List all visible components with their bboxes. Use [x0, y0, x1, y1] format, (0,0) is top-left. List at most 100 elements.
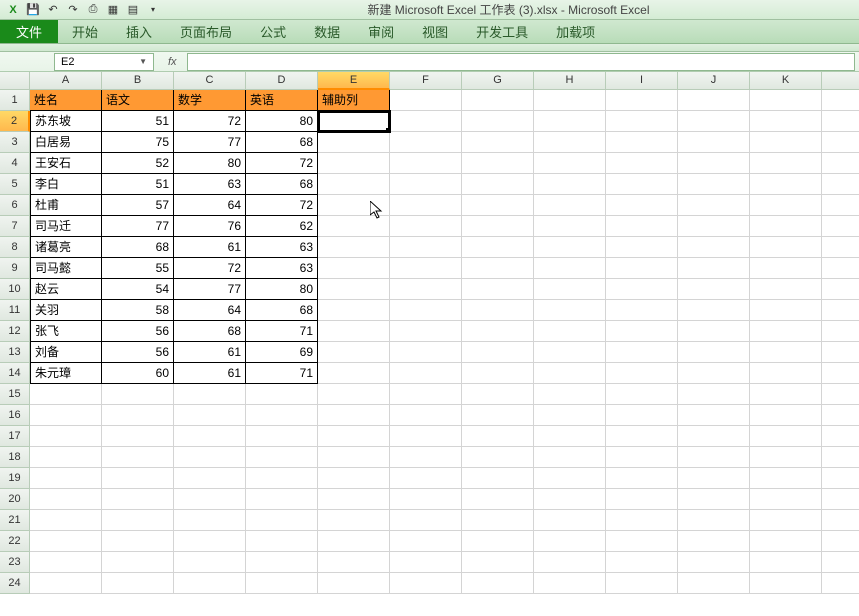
cell-H4[interactable]	[534, 153, 606, 174]
cell-B4[interactable]: 52	[102, 153, 174, 174]
cell-A8[interactable]: 诸葛亮	[30, 237, 102, 258]
cell-E15[interactable]	[318, 384, 390, 405]
cell-B2[interactable]: 51	[102, 111, 174, 132]
cell-I9[interactable]	[606, 258, 678, 279]
row-header-8[interactable]: 8	[0, 237, 30, 258]
cell-B7[interactable]: 77	[102, 216, 174, 237]
cell-I5[interactable]	[606, 174, 678, 195]
cell-E19[interactable]	[318, 468, 390, 489]
tab-dev[interactable]: 开发工具	[462, 20, 542, 43]
cell-I13[interactable]	[606, 342, 678, 363]
cell-G23[interactable]	[462, 552, 534, 573]
cell-D3[interactable]: 68	[246, 132, 318, 153]
tab-insert[interactable]: 插入	[112, 20, 166, 43]
cell-L11[interactable]	[822, 300, 859, 321]
cell-J9[interactable]	[678, 258, 750, 279]
cell-K23[interactable]	[750, 552, 822, 573]
cell-L6[interactable]	[822, 195, 859, 216]
row-header-24[interactable]: 24	[0, 573, 30, 594]
cell-G3[interactable]	[462, 132, 534, 153]
cell-K14[interactable]	[750, 363, 822, 384]
excel-icon[interactable]: X	[4, 2, 22, 18]
cell-G13[interactable]	[462, 342, 534, 363]
cell-I10[interactable]	[606, 279, 678, 300]
cell-B9[interactable]: 55	[102, 258, 174, 279]
name-box-dropdown-icon[interactable]: ▼	[139, 57, 147, 66]
cell-H1[interactable]	[534, 90, 606, 111]
cell-J11[interactable]	[678, 300, 750, 321]
cell-K6[interactable]	[750, 195, 822, 216]
cell-J7[interactable]	[678, 216, 750, 237]
cell-L15[interactable]	[822, 384, 859, 405]
cell-E1[interactable]: 辅助列	[318, 90, 390, 111]
cell-H19[interactable]	[534, 468, 606, 489]
cell-C4[interactable]: 80	[174, 153, 246, 174]
cell-F5[interactable]	[390, 174, 462, 195]
cell-D9[interactable]: 63	[246, 258, 318, 279]
cell-G15[interactable]	[462, 384, 534, 405]
cell-L4[interactable]	[822, 153, 859, 174]
cell-J10[interactable]	[678, 279, 750, 300]
column-header-end[interactable]	[822, 72, 859, 90]
cell-A18[interactable]	[30, 447, 102, 468]
column-header-B[interactable]: B	[102, 72, 174, 90]
cell-G9[interactable]	[462, 258, 534, 279]
cell-I4[interactable]	[606, 153, 678, 174]
row-header-16[interactable]: 16	[0, 405, 30, 426]
cell-J19[interactable]	[678, 468, 750, 489]
cell-F8[interactable]	[390, 237, 462, 258]
cell-J2[interactable]	[678, 111, 750, 132]
cell-D24[interactable]	[246, 573, 318, 594]
cell-E7[interactable]	[318, 216, 390, 237]
cell-D1[interactable]: 英语	[246, 90, 318, 111]
cell-K19[interactable]	[750, 468, 822, 489]
cell-I20[interactable]	[606, 489, 678, 510]
cell-C23[interactable]	[174, 552, 246, 573]
cell-K2[interactable]	[750, 111, 822, 132]
cell-C13[interactable]: 61	[174, 342, 246, 363]
cell-L2[interactable]	[822, 111, 859, 132]
cell-B13[interactable]: 56	[102, 342, 174, 363]
cell-J4[interactable]	[678, 153, 750, 174]
cell-A12[interactable]: 张飞	[30, 321, 102, 342]
cell-J5[interactable]	[678, 174, 750, 195]
cell-H21[interactable]	[534, 510, 606, 531]
cell-H24[interactable]	[534, 573, 606, 594]
qa-more-icon[interactable]: ▾	[144, 2, 162, 18]
name-box[interactable]: E2 ▼	[54, 53, 154, 71]
cell-H5[interactable]	[534, 174, 606, 195]
cell-H8[interactable]	[534, 237, 606, 258]
cell-J1[interactable]	[678, 90, 750, 111]
cell-D8[interactable]: 63	[246, 237, 318, 258]
cell-G1[interactable]	[462, 90, 534, 111]
cell-A3[interactable]: 白居易	[30, 132, 102, 153]
cell-A15[interactable]	[30, 384, 102, 405]
cell-C2[interactable]: 72	[174, 111, 246, 132]
row-header-2[interactable]: 2	[0, 111, 30, 132]
cell-F21[interactable]	[390, 510, 462, 531]
tab-layout[interactable]: 页面布局	[166, 20, 246, 43]
cell-K21[interactable]	[750, 510, 822, 531]
tab-review[interactable]: 审阅	[354, 20, 408, 43]
cell-F18[interactable]	[390, 447, 462, 468]
cell-D5[interactable]: 68	[246, 174, 318, 195]
cell-I3[interactable]	[606, 132, 678, 153]
cell-L22[interactable]	[822, 531, 859, 552]
cell-G20[interactable]	[462, 489, 534, 510]
cell-L9[interactable]	[822, 258, 859, 279]
cell-K13[interactable]	[750, 342, 822, 363]
cell-G17[interactable]	[462, 426, 534, 447]
cell-E6[interactable]	[318, 195, 390, 216]
cell-C7[interactable]: 76	[174, 216, 246, 237]
cell-F7[interactable]	[390, 216, 462, 237]
row-header-14[interactable]: 14	[0, 363, 30, 384]
row-header-17[interactable]: 17	[0, 426, 30, 447]
cell-B23[interactable]	[102, 552, 174, 573]
row-header-13[interactable]: 13	[0, 342, 30, 363]
cell-H23[interactable]	[534, 552, 606, 573]
cell-J20[interactable]	[678, 489, 750, 510]
cell-H13[interactable]	[534, 342, 606, 363]
cell-G24[interactable]	[462, 573, 534, 594]
cell-L7[interactable]	[822, 216, 859, 237]
cell-L5[interactable]	[822, 174, 859, 195]
